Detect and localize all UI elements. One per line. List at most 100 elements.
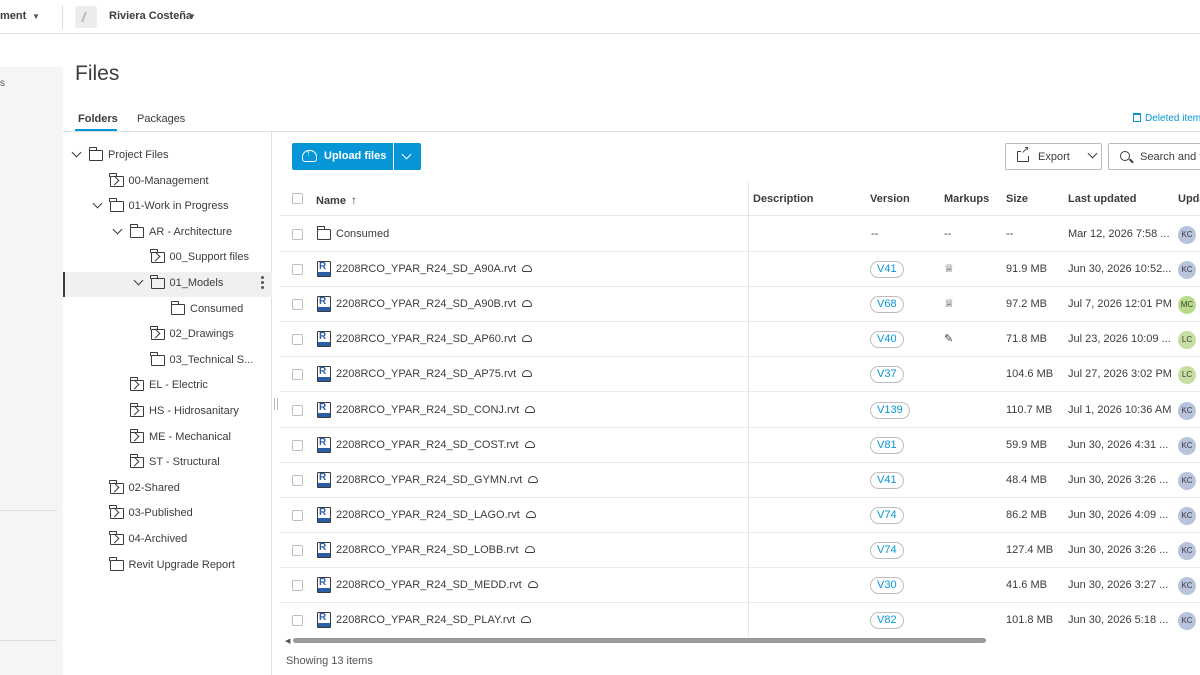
- crown-icon[interactable]: ♕: [944, 297, 954, 310]
- column-header-name[interactable]: Name ↑: [316, 193, 357, 207]
- deleted-items-link[interactable]: Deleted item: [1133, 113, 1200, 124]
- file-name-link[interactable]: 2208RCO_YPAR_R24_SD_LOBB.rvt: [336, 544, 535, 556]
- chevron-down-icon: [1088, 151, 1096, 159]
- tree-item[interactable]: HS - Hidrosanitary: [63, 400, 272, 425]
- table-row[interactable]: 2208RCO_YPAR_R24_SD_AP60.rvt V40 ✎ 71.8 MB J…: [280, 322, 1200, 358]
- file-name-link[interactable]: 2208RCO_YPAR_R24_SD_A90B.rvt: [336, 298, 533, 310]
- version-badge[interactable]: V82: [870, 612, 904, 630]
- file-name-link[interactable]: 2208RCO_YPAR_R24_SD_COST.rvt: [336, 439, 535, 451]
- table-row[interactable]: 2208RCO_YPAR_R24_SD_COST.rvt V81 59.9 MB Ju…: [280, 428, 1200, 463]
- tree-item[interactable]: ST - Structural: [63, 451, 272, 476]
- chevron-down-icon[interactable]: [72, 150, 80, 158]
- column-header-updated-by[interactable]: Upda: [1178, 193, 1200, 205]
- table-row[interactable]: 2208RCO_YPAR_R24_SD_LOBB.rvt V74 127.4 MB J…: [280, 533, 1200, 568]
- row-checkbox[interactable]: [292, 439, 303, 451]
- tree-item[interactable]: Consumed: [63, 298, 272, 323]
- tree-item[interactable]: 01-Work in Progress: [63, 195, 272, 220]
- file-name-link[interactable]: 2208RCO_YPAR_R24_SD_GYMN.rvt: [336, 474, 539, 486]
- version-badge[interactable]: V68: [870, 296, 904, 314]
- folder-icon: [109, 172, 124, 187]
- tab-packages[interactable]: Packages: [137, 113, 185, 125]
- row-checkbox[interactable]: [292, 264, 303, 276]
- table-row[interactable]: 2208RCO_YPAR_R24_SD_AP75.rvt V37 104.6 MB J…: [280, 357, 1200, 393]
- select-all-checkbox[interactable]: [292, 193, 303, 204]
- row-checkbox[interactable]: [292, 615, 303, 627]
- column-header-last-updated[interactable]: Last updated: [1068, 193, 1136, 205]
- version-badge[interactable]: V40: [870, 331, 904, 349]
- version-badge[interactable]: V41: [870, 261, 904, 279]
- tab-folders[interactable]: Folders: [78, 113, 118, 125]
- tree-item[interactable]: Project Files: [63, 144, 272, 169]
- row-checkbox[interactable]: [292, 334, 303, 346]
- scroll-left-icon[interactable]: ◀: [285, 637, 290, 645]
- chevron-down-icon[interactable]: [113, 227, 121, 235]
- column-header-size[interactable]: Size: [1006, 193, 1028, 205]
- chevron-down-icon[interactable]: [93, 201, 101, 209]
- file-name-link[interactable]: 2208RCO_YPAR_R24_SD_A90A.rvt: [336, 263, 533, 275]
- version-badge[interactable]: V74: [870, 541, 904, 559]
- version-badge[interactable]: V74: [870, 506, 904, 524]
- chevron-down-icon[interactable]: [134, 278, 142, 286]
- table-row[interactable]: 2208RCO_YPAR_R24_SD_GYMN.rvt V41 48.4 MB Ju…: [280, 463, 1200, 498]
- table-row[interactable]: 2208RCO_YPAR_R24_SD_CONJ.rvt V139 110.7 MB…: [280, 393, 1200, 428]
- row-checkbox[interactable]: [292, 369, 303, 381]
- search-input[interactable]: Search and f: [1108, 143, 1200, 170]
- caret-down-icon[interactable]: ▼: [32, 12, 40, 21]
- tree-item[interactable]: 03_Technical S...: [63, 349, 272, 374]
- file-name-link[interactable]: 2208RCO_YPAR_R24_SD_AP60.rvt: [336, 333, 533, 345]
- horizontal-scrollbar[interactable]: [293, 638, 986, 643]
- row-checkbox[interactable]: [292, 404, 303, 416]
- tree-item[interactable]: 04-Archived: [63, 528, 272, 553]
- pen-icon[interactable]: ✎: [944, 332, 953, 345]
- tree-item[interactable]: EL - Electric: [63, 374, 272, 399]
- panel-resize-handle[interactable]: [274, 398, 278, 410]
- column-header-description[interactable]: Description: [753, 193, 814, 205]
- table-row[interactable]: 2208RCO_YPAR_R24_SD_LAGO.rvt V74 86.2 MB Ju…: [280, 498, 1200, 533]
- project-selector[interactable]: Riviera Costeña: [109, 10, 192, 22]
- version-badge[interactable]: V81: [870, 436, 904, 454]
- version-badge[interactable]: V41: [870, 471, 904, 489]
- export-button[interactable]: Export: [1005, 143, 1102, 170]
- more-options-icon[interactable]: [261, 276, 264, 291]
- tree-item[interactable]: 02_Drawings: [63, 323, 272, 348]
- file-name-link[interactable]: 2208RCO_YPAR_R24_SD_AP75.rvt: [336, 368, 533, 380]
- row-checkbox[interactable]: [292, 474, 303, 486]
- upload-options-dropdown[interactable]: [394, 143, 421, 170]
- caret-down-icon[interactable]: ▼: [188, 12, 196, 21]
- tree-item[interactable]: ME - Mechanical: [63, 426, 272, 451]
- file-name-link[interactable]: 2208RCO_YPAR_R24_SD_LAGO.rvt: [336, 509, 536, 521]
- module-switcher[interactable]: ment: [0, 10, 26, 22]
- version-badge[interactable]: V139: [870, 401, 910, 419]
- file-name-link[interactable]: 2208RCO_YPAR_R24_SD_MEDD.rvt: [336, 579, 538, 591]
- tree-item[interactable]: AR - Architecture: [63, 221, 272, 246]
- tree-item[interactable]: 01_Models: [63, 272, 272, 297]
- table-row[interactable]: 2208RCO_YPAR_R24_SD_A90B.rvt V68 ♕ 97.2 MB J…: [280, 287, 1200, 323]
- upload-files-button[interactable]: Upload files: [292, 143, 393, 170]
- file-name-link[interactable]: Consumed: [336, 228, 389, 240]
- table-row[interactable]: Consumed -- -- -- Mar 12, 2026 7:58 ... KC: [280, 217, 1200, 252]
- table-row[interactable]: 2208RCO_YPAR_R24_SD_A90A.rvt V41 ♕ 91.9 MB J…: [280, 252, 1200, 288]
- active-tab-indicator: [75, 129, 117, 131]
- nav-item-label[interactable]: s: [0, 78, 5, 89]
- file-size: 104.6 MB: [1006, 368, 1054, 381]
- column-header-markups[interactable]: Markups: [944, 193, 989, 205]
- row-checkbox[interactable]: [292, 544, 303, 556]
- tree-item[interactable]: 02-Shared: [63, 477, 272, 502]
- tree-item[interactable]: Revit Upgrade Report: [63, 554, 272, 579]
- file-name-link[interactable]: 2208RCO_YPAR_R24_SD_CONJ.rvt: [336, 404, 536, 416]
- row-checkbox[interactable]: [292, 580, 303, 591]
- column-header-version[interactable]: Version: [870, 193, 910, 205]
- table-row[interactable]: 2208RCO_YPAR_R24_SD_MEDD.rvt V30 41.6 MB Ju…: [280, 568, 1200, 603]
- version-badge[interactable]: V30: [870, 577, 904, 594]
- tree-item[interactable]: 00-Management: [63, 170, 272, 195]
- row-checkbox[interactable]: [292, 509, 303, 521]
- tree-item[interactable]: 00_Support files: [63, 246, 272, 271]
- table-row[interactable]: 2208RCO_YPAR_R24_SD_PLAY.rvt V82 101.8 MB J…: [280, 603, 1200, 636]
- crown-icon[interactable]: ♕: [944, 262, 954, 275]
- file-name-link[interactable]: 2208RCO_YPAR_R24_SD_PLAY.rvt: [336, 614, 532, 626]
- version-badge[interactable]: V37: [870, 366, 904, 384]
- row-checkbox[interactable]: [292, 229, 303, 240]
- row-checkbox[interactable]: [292, 299, 303, 311]
- tree-item-label: Revit Upgrade Report: [128, 558, 235, 571]
- tree-item[interactable]: 03-Published: [63, 502, 272, 527]
